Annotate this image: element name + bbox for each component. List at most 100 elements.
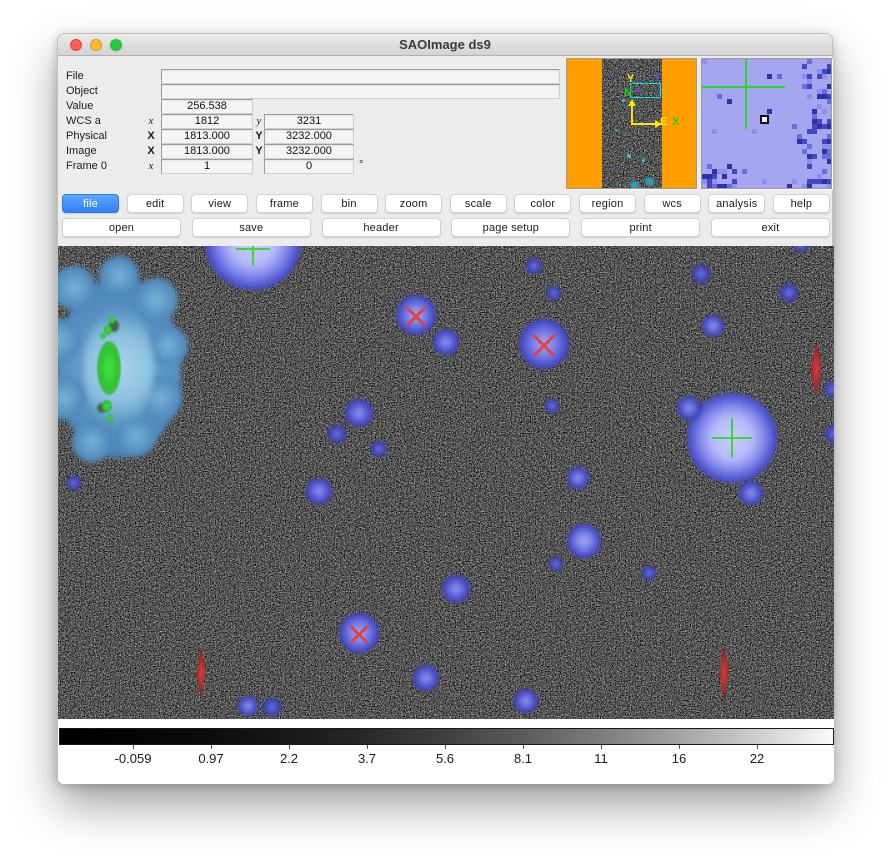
magnifier-pixel bbox=[802, 64, 807, 69]
saturated-core-green bbox=[109, 316, 115, 324]
panner-view-box[interactable] bbox=[630, 83, 661, 98]
star-blob bbox=[345, 399, 373, 427]
magnifier[interactable] bbox=[701, 58, 832, 189]
magnifier-pixel bbox=[752, 129, 757, 134]
magnifier-pixel bbox=[807, 184, 812, 189]
saturated-star-part bbox=[99, 256, 139, 296]
magnifier-pixel bbox=[827, 184, 832, 189]
star-blob bbox=[526, 258, 542, 274]
star-blob bbox=[263, 698, 281, 716]
action-button-page-setup[interactable]: page setup bbox=[451, 218, 570, 237]
x-region-marker[interactable] bbox=[403, 302, 429, 328]
physical-x-field[interactable]: 1813.000 bbox=[161, 129, 253, 144]
colorbar-tick bbox=[445, 745, 446, 749]
colorbar[interactable] bbox=[59, 728, 834, 745]
compass-north-arrow bbox=[631, 105, 633, 125]
saturated-star-part bbox=[72, 422, 112, 462]
panner-dot bbox=[630, 181, 639, 189]
magnifier-crosshair-v bbox=[745, 59, 747, 129]
colorbar-panel: -0.0590.972.23.75.68.1111622 bbox=[58, 719, 834, 784]
star-blob bbox=[739, 481, 763, 505]
colorbar-tick-label: 0.97 bbox=[198, 751, 223, 766]
star-blob bbox=[780, 284, 798, 302]
saturated-core-green bbox=[100, 333, 106, 339]
star-blob bbox=[413, 665, 439, 691]
streak-region-marker[interactable] bbox=[809, 341, 824, 397]
frame-rotate-field[interactable]: 0 bbox=[264, 159, 354, 174]
colorbar-tick bbox=[289, 745, 290, 749]
colorbar-tick bbox=[601, 745, 602, 749]
magnifier-pixel bbox=[792, 179, 797, 184]
magnifier-pixel bbox=[827, 69, 832, 74]
magnifier-pixel bbox=[807, 144, 812, 149]
action-button-save[interactable]: save bbox=[192, 218, 311, 237]
colorbar-tick bbox=[211, 745, 212, 749]
info-row-value: Value 256.538 bbox=[58, 99, 618, 114]
star-blob bbox=[433, 329, 459, 355]
wcs-x-field[interactable]: 1812 bbox=[161, 114, 253, 129]
titlebar[interactable]: SAOImage ds9 bbox=[58, 34, 832, 56]
star-blob bbox=[328, 425, 346, 443]
magnifier-pixel bbox=[822, 109, 827, 114]
menu-button-bin[interactable]: bin bbox=[321, 194, 378, 213]
action-button-print[interactable]: print bbox=[581, 218, 700, 237]
file-field[interactable] bbox=[161, 69, 560, 84]
magnifier-pixel bbox=[767, 109, 772, 114]
colorbar-tick-label: 3.7 bbox=[358, 751, 376, 766]
wcs-y-field[interactable]: 3231 bbox=[264, 114, 354, 129]
colorbar-tick-label: 2.2 bbox=[280, 751, 298, 766]
x-region-marker[interactable] bbox=[529, 329, 559, 359]
magnifier-pixel bbox=[702, 59, 707, 64]
info-row-file: File bbox=[58, 69, 618, 84]
action-button-header[interactable]: header bbox=[322, 218, 441, 237]
star-blob bbox=[825, 425, 834, 443]
menu-button-frame[interactable]: frame bbox=[256, 194, 313, 213]
star-blob bbox=[238, 696, 258, 716]
physical-y-field[interactable]: 3232.000 bbox=[264, 129, 354, 144]
compass-e-label: E bbox=[660, 117, 667, 128]
action-button-open[interactable]: open bbox=[62, 218, 181, 237]
menu-button-help[interactable]: help bbox=[773, 194, 830, 213]
menu-button-scale[interactable]: scale bbox=[450, 194, 507, 213]
x-region-marker[interactable] bbox=[347, 621, 371, 645]
menu-button-file[interactable]: file bbox=[62, 194, 119, 213]
magnifier-pixel bbox=[827, 99, 832, 104]
magnifier-pixel bbox=[787, 184, 792, 189]
image-canvas[interactable] bbox=[58, 246, 834, 719]
magnifier-pixel bbox=[717, 94, 722, 99]
streak-region-marker[interactable] bbox=[717, 646, 731, 700]
magnifier-pixel bbox=[762, 179, 767, 184]
menu-button-analysis[interactable]: analysis bbox=[708, 194, 765, 213]
menu-button-wcs[interactable]: wcs bbox=[644, 194, 701, 213]
colorbar-tick-label: 16 bbox=[672, 751, 686, 766]
magnifier-cursor-box bbox=[760, 115, 769, 124]
compass-n-label: N bbox=[624, 88, 632, 99]
star-blob bbox=[67, 476, 81, 490]
panner-dot bbox=[649, 119, 652, 122]
menu-button-edit[interactable]: edit bbox=[127, 194, 184, 213]
action-button-exit[interactable]: exit bbox=[711, 218, 830, 237]
cross-region-marker[interactable] bbox=[712, 418, 752, 458]
compass-y-label: Y bbox=[627, 74, 634, 85]
panner[interactable]: Y N E X bbox=[566, 58, 697, 189]
magnifier-pixel bbox=[827, 124, 832, 129]
panner-dot bbox=[619, 184, 621, 186]
saturated-star-part bbox=[148, 326, 188, 366]
star-blob bbox=[677, 396, 701, 420]
cross-region-marker[interactable] bbox=[236, 246, 270, 266]
streak-region-marker[interactable] bbox=[195, 648, 208, 698]
image-x-field[interactable]: 1813.000 bbox=[161, 144, 253, 159]
menu-button-zoom[interactable]: zoom bbox=[385, 194, 442, 213]
colorbar-tick-label: 11 bbox=[594, 751, 608, 766]
frame-zoom-field[interactable]: 1 bbox=[161, 159, 253, 174]
colorbar-tick-label: 22 bbox=[750, 751, 764, 766]
menu-button-view[interactable]: view bbox=[191, 194, 248, 213]
menu-button-color[interactable]: color bbox=[514, 194, 571, 213]
colorbar-tick bbox=[367, 745, 368, 749]
star-blob bbox=[549, 557, 563, 571]
image-y-field[interactable]: 3232.000 bbox=[264, 144, 354, 159]
object-field[interactable] bbox=[161, 84, 560, 99]
menu-button-region[interactable]: region bbox=[579, 194, 636, 213]
magnifier-pixel bbox=[827, 159, 832, 164]
value-field[interactable]: 256.538 bbox=[161, 99, 253, 114]
